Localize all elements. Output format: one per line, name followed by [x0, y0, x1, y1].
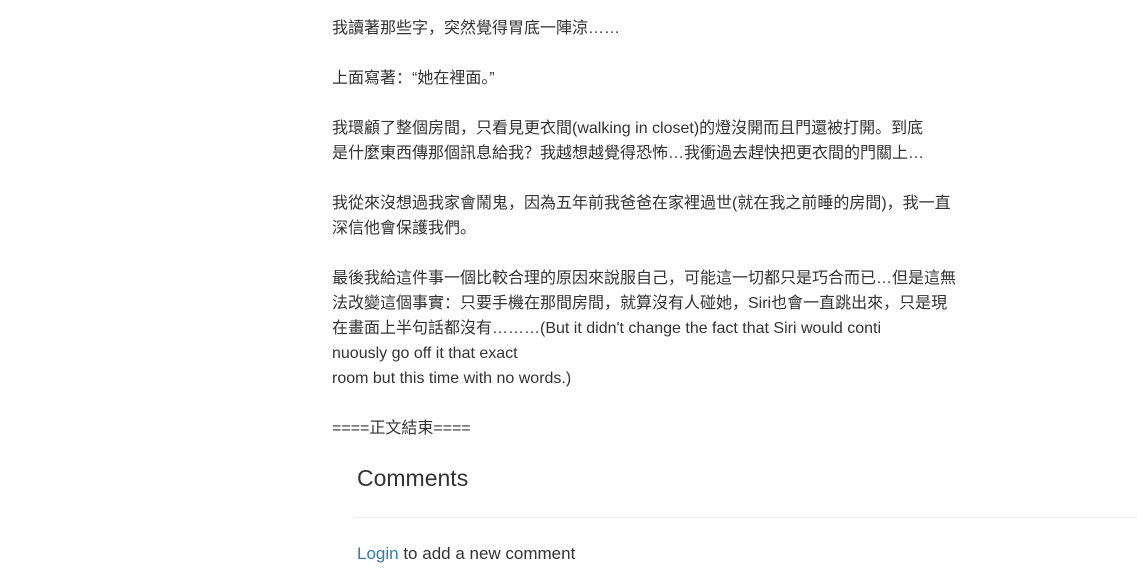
end-of-text-marker: ====正文結束====	[332, 420, 471, 437]
divider	[354, 517, 1137, 518]
paragraph: 我從來沒想過我家會鬧鬼，因為五年前我爸爸在家裡過世(就在我之前睡的房間)，我一直…	[332, 195, 951, 237]
paragraph: 我讀著那些字，突然覺得胃底一陣涼……	[332, 20, 621, 37]
login-prompt-text: to add a new comment	[398, 544, 576, 563]
comments-title: Comments	[357, 465, 469, 491]
paragraph: 上面寫著：“她在裡面。”	[332, 70, 495, 87]
login-prompt: Login to add a new comment	[357, 542, 1137, 566]
login-link[interactable]: Login	[357, 544, 399, 563]
paragraph: 最後我給這件事一個比較合理的原因來說服自己，可能這一切都只是巧合而已…但是這無 …	[332, 270, 957, 387]
article-body: 我讀著那些字，突然覺得胃底一陣涼…… 上面寫著：“她在裡面。” 我環顧了整個房間…	[332, 16, 1032, 466]
comments-section: Comments Login to add a new comment	[354, 455, 1137, 566]
paragraph: 我環顧了整個房間，只看見更衣間(walking in closet)的燈沒開而且…	[332, 120, 925, 162]
